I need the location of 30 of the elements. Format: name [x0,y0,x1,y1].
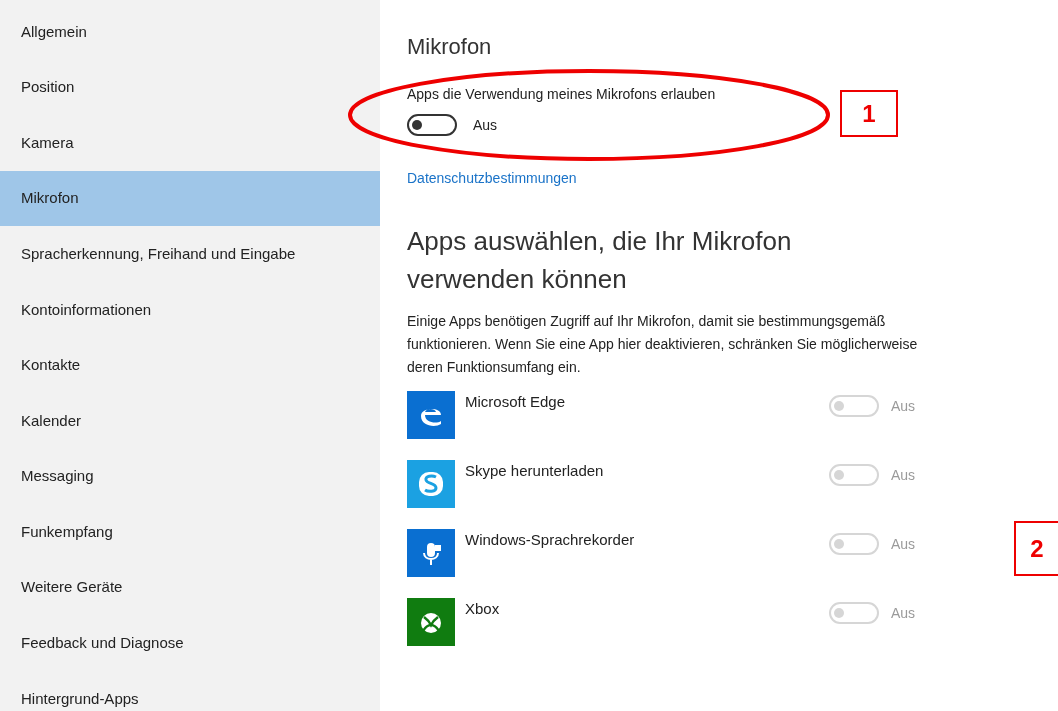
app-name: Microsoft Edge [465,392,567,412]
setting-label: Apps die Verwendung meines Mikrofons erlauben [407,85,717,104]
sidebar-item[interactable]: Funkempfang [0,504,380,560]
callout-marker: 2 [1014,521,1058,576]
sidebar-item[interactable]: Spracherkennung, Freihand und Eingabe [0,226,380,282]
sidebar-item[interactable]: Weitere Geräte [0,559,380,616]
toggle-switch[interactable] [407,114,457,136]
sidebar-item[interactable]: Kontoinformationen [0,281,380,338]
toggle-state: Aus [891,534,916,554]
toggle-state: Aus [891,465,916,485]
sidebar-item[interactable]: Kamera [0,115,380,171]
toggle-state: Aus [891,396,916,416]
sidebar-item[interactable]: Kalender [0,393,380,449]
toggle-state: Aus [473,115,498,135]
section-heading: Apps auswählen, die Ihr Mikrofon verwenden können [407,225,793,296]
sidebar-item[interactable]: Mikrofon [0,170,380,227]
description: Einige Apps benötigen Zugriff auf Ihr Mikrofon, damit sie bestimmungsgemäß funktionieren. Wenn Sie eine App hier deaktivieren, schränken Sie möglicherweise deren Funktionsumfang ein. [407,312,919,377]
sidebar-item[interactable]: Position [0,59,380,116]
callout-marker: 1 [840,90,898,137]
privacy-link[interactable]: Datenschutzbestimmungen [407,168,925,189]
sidebar-item[interactable]: Messaging [0,448,380,505]
app-name: Windows-Sprachrekorder [465,530,636,550]
app-name: Xbox [465,599,501,619]
sidebar-item[interactable]: Allgemein [0,4,380,60]
app-name: Skype herunterladen [465,461,605,481]
page-title: Mikrofon [407,33,493,61]
toggle-state: Aus [891,603,916,623]
sidebar-item[interactable]: Kontakte [0,337,380,394]
sidebar-item[interactable]: Feedback und Diagnose [0,615,380,672]
sidebar-item[interactable]: Hintergrund-Apps [0,671,380,711]
